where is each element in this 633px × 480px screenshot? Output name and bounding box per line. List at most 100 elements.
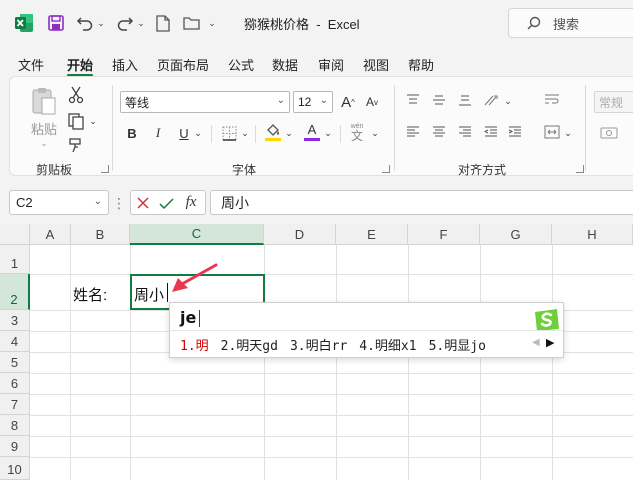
- top-align-icon[interactable]: [404, 91, 422, 109]
- align-left-icon[interactable]: [404, 123, 422, 141]
- column-header-f[interactable]: F: [408, 224, 480, 245]
- document-title: 猕猴桃价格 - Excel: [244, 17, 360, 32]
- middle-align-icon[interactable]: [430, 91, 448, 109]
- column-header-h[interactable]: H: [552, 224, 633, 245]
- tab-formulas[interactable]: 公式: [228, 55, 254, 74]
- align-center-icon[interactable]: [430, 123, 448, 141]
- chevron-down-icon: ⌄: [276, 95, 285, 106]
- font-size-select[interactable]: 12 ⌄: [293, 91, 333, 113]
- column-header-a[interactable]: A: [30, 224, 71, 245]
- paste-dropdown-icon[interactable]: ⌄: [34, 137, 54, 149]
- tab-insert[interactable]: 插入: [112, 55, 138, 74]
- row-header-1[interactable]: 1: [0, 245, 30, 274]
- row-header-3[interactable]: 3: [0, 310, 30, 331]
- copy-dropdown-icon[interactable]: ⌄: [88, 115, 98, 127]
- undo-dropdown-icon[interactable]: ⌄: [96, 12, 106, 34]
- underline-button[interactable]: U: [176, 123, 192, 143]
- select-all-corner[interactable]: [0, 224, 30, 245]
- italic-button[interactable]: I: [150, 123, 166, 143]
- font-color-button[interactable]: A: [302, 121, 322, 143]
- bottom-align-icon[interactable]: [456, 91, 474, 109]
- row-header-5[interactable]: 5: [0, 352, 30, 373]
- cell-b2[interactable]: 姓名:: [73, 284, 107, 305]
- fill-color-dropdown-icon[interactable]: ⌄: [284, 127, 294, 139]
- ime-candidate-1[interactable]: 1.明: [180, 335, 209, 354]
- phonetic-guide-button[interactable]: wén 文: [346, 121, 368, 143]
- ime-candidate-5[interactable]: 5.明显jo: [429, 335, 486, 354]
- fill-color-icon[interactable]: [263, 121, 283, 143]
- customize-toolbar-icon[interactable]: ⌄: [206, 12, 218, 34]
- column-header-d[interactable]: D: [264, 224, 336, 245]
- cancel-entry-icon[interactable]: [135, 195, 151, 211]
- underline-dropdown-icon[interactable]: ⌄: [193, 127, 203, 139]
- tab-file[interactable]: 文件: [18, 55, 44, 74]
- tab-help[interactable]: 帮助: [408, 55, 434, 74]
- tab-home[interactable]: 开始: [67, 55, 93, 74]
- merge-dropdown-icon[interactable]: ⌄: [563, 127, 573, 139]
- number-format-select[interactable]: 常规: [594, 91, 633, 113]
- save-icon[interactable]: [46, 12, 66, 34]
- column-header-e[interactable]: E: [336, 224, 408, 245]
- accounting-format-icon[interactable]: [598, 123, 622, 143]
- row-header-9[interactable]: 9: [0, 436, 30, 457]
- ime-next-page-icon[interactable]: ▶: [546, 336, 554, 349]
- tab-page-layout[interactable]: 页面布局: [157, 55, 209, 74]
- column-header-g[interactable]: G: [480, 224, 552, 245]
- ime-candidate-3[interactable]: 3.明白rr: [290, 335, 347, 354]
- format-painter-icon[interactable]: [66, 135, 86, 155]
- paste-label[interactable]: 粘贴: [26, 120, 62, 137]
- tab-data[interactable]: 数据: [272, 55, 298, 74]
- decrease-font-size-button[interactable]: Av: [362, 91, 382, 113]
- copy-icon[interactable]: [66, 111, 86, 131]
- gridline: [30, 373, 633, 374]
- increase-font-size-button[interactable]: A ^: [338, 91, 358, 113]
- undo-icon[interactable]: [74, 12, 96, 34]
- orientation-icon[interactable]: [482, 91, 502, 109]
- gridline: [70, 245, 71, 480]
- borders-icon[interactable]: [219, 123, 239, 143]
- gridline: [30, 394, 633, 395]
- redo-icon[interactable]: [114, 12, 136, 34]
- confirm-entry-icon[interactable]: [158, 195, 174, 211]
- row-header-6[interactable]: 6: [0, 373, 30, 394]
- row-header-8[interactable]: 8: [0, 415, 30, 436]
- phonetic-dropdown-icon[interactable]: ⌄: [370, 127, 380, 139]
- ime-candidate-4[interactable]: 4.明细x1: [359, 335, 416, 354]
- wrap-text-icon[interactable]: [542, 91, 562, 109]
- orientation-dropdown-icon[interactable]: ⌄: [503, 95, 513, 107]
- insert-function-button[interactable]: fx: [180, 193, 202, 211]
- decrease-indent-icon[interactable]: [482, 123, 500, 141]
- align-right-icon[interactable]: [456, 123, 474, 141]
- gridline: [480, 245, 481, 480]
- font-color-dropdown-icon[interactable]: ⌄: [323, 127, 333, 139]
- redo-dropdown-icon[interactable]: ⌄: [136, 12, 146, 34]
- new-file-icon[interactable]: [154, 12, 172, 34]
- font-launcher-icon[interactable]: [382, 165, 390, 173]
- column-header-c[interactable]: C: [130, 224, 264, 245]
- clipboard-launcher-icon[interactable]: [101, 165, 109, 173]
- alignment-launcher-icon[interactable]: [576, 165, 584, 173]
- open-folder-icon[interactable]: [182, 12, 202, 34]
- bold-button[interactable]: B: [124, 123, 140, 143]
- cut-icon[interactable]: [66, 85, 86, 105]
- search-box[interactable]: 搜索: [508, 8, 633, 38]
- tab-view[interactable]: 视图: [363, 55, 389, 74]
- formula-input[interactable]: 周小: [210, 190, 633, 215]
- merge-center-icon[interactable]: [542, 123, 562, 141]
- row-header-7[interactable]: 7: [0, 394, 30, 415]
- paste-icon[interactable]: [28, 85, 60, 117]
- borders-dropdown-icon[interactable]: ⌄: [240, 127, 250, 139]
- column-header-b[interactable]: B: [71, 224, 130, 245]
- row-header-10[interactable]: 10: [0, 457, 30, 480]
- tab-review[interactable]: 审阅: [318, 55, 344, 74]
- increase-indent-icon[interactable]: [506, 123, 524, 141]
- ime-candidate-2[interactable]: 2.明天gd: [221, 335, 278, 354]
- row-header-4[interactable]: 4: [0, 331, 30, 352]
- name-box[interactable]: C2 ⌄: [9, 190, 109, 215]
- more-options-icon[interactable]: ⋮: [112, 194, 126, 212]
- ime-prev-page-icon[interactable]: ◀: [532, 337, 540, 348]
- chevron-down-icon: ⌄: [319, 95, 328, 106]
- font-name-select[interactable]: 等线 ⌄: [120, 91, 290, 113]
- ribbon: 粘贴 ⌄ ⌄ 剪贴板 等线 ⌄ 12 ⌄ A ^ Av B I U ⌄ ⌄ ⌄ …: [9, 76, 633, 177]
- row-header-2[interactable]: 2: [0, 274, 30, 310]
